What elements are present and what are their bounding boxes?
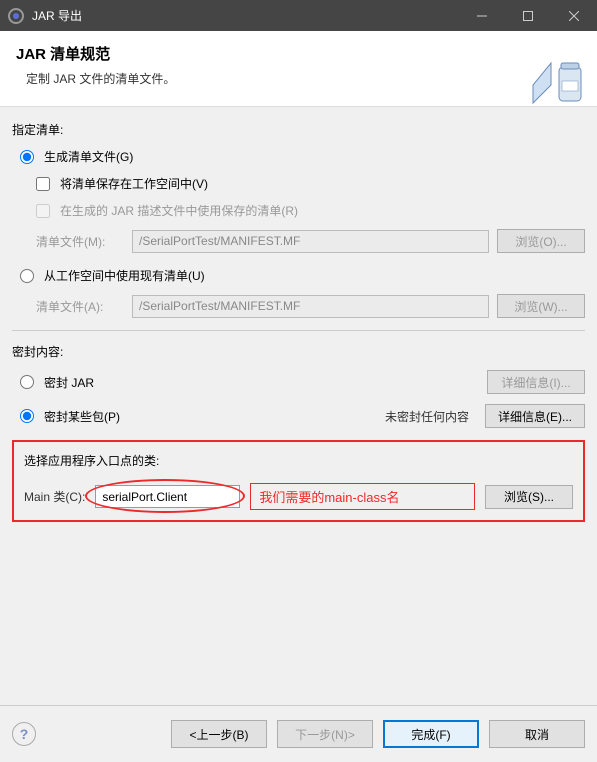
app-icon bbox=[8, 8, 24, 24]
help-button[interactable]: ? bbox=[12, 722, 36, 746]
save-workspace-label: 将清单保存在工作空间中(V) bbox=[60, 175, 208, 192]
annotation-text: 我们需要的main-class名 bbox=[250, 483, 475, 510]
jar-icon bbox=[531, 55, 587, 105]
use-saved-label: 在生成的 JAR 描述文件中使用保存的清单(R) bbox=[60, 202, 298, 219]
close-button[interactable] bbox=[551, 0, 597, 31]
seal-section-label: 密封内容: bbox=[12, 343, 585, 360]
generate-manifest-radio[interactable] bbox=[20, 150, 34, 164]
none-sealed-text: 未密封任何内容 bbox=[385, 408, 469, 425]
minimize-button[interactable] bbox=[459, 0, 505, 31]
page-subtitle: 定制 JAR 文件的清单文件。 bbox=[16, 70, 581, 87]
seal-jar-radio[interactable] bbox=[20, 375, 34, 389]
seal-some-radio[interactable] bbox=[20, 409, 34, 423]
dialog-header: JAR 清单规范 定制 JAR 文件的清单文件。 bbox=[0, 31, 597, 107]
window-title: JAR 导出 bbox=[32, 7, 459, 24]
manifest-section-label: 指定清单: bbox=[12, 121, 585, 138]
entry-section-label: 选择应用程序入口点的类: bbox=[24, 452, 573, 469]
browse-w-button: 浏览(W)... bbox=[497, 294, 585, 318]
divider bbox=[12, 330, 585, 331]
manifest-file-a-input bbox=[132, 295, 489, 318]
content-area: 指定清单: 生成清单文件(G) 将清单保存在工作空间中(V) 在生成的 JAR … bbox=[0, 107, 597, 522]
manifest-file-m-input bbox=[132, 230, 489, 253]
main-class-input[interactable] bbox=[95, 485, 240, 508]
page-title: JAR 清单规范 bbox=[16, 43, 581, 64]
details-e-button[interactable]: 详细信息(E)... bbox=[485, 404, 585, 428]
browse-o-button: 浏览(O)... bbox=[497, 229, 585, 253]
generate-manifest-label: 生成清单文件(G) bbox=[44, 148, 133, 165]
footer: ? <上一步(B) 下一步(N)> 完成(F) 取消 bbox=[0, 705, 597, 762]
use-existing-label: 从工作空间中使用现有清单(U) bbox=[44, 267, 205, 284]
finish-button[interactable]: 完成(F) bbox=[383, 720, 479, 748]
next-button: 下一步(N)> bbox=[277, 720, 373, 748]
back-button[interactable]: <上一步(B) bbox=[171, 720, 267, 748]
browse-s-button[interactable]: 浏览(S)... bbox=[485, 485, 573, 509]
manifest-file-m-label: 清单文件(M): bbox=[36, 233, 124, 250]
save-workspace-checkbox[interactable] bbox=[36, 177, 50, 191]
manifest-file-a-label: 清单文件(A): bbox=[36, 298, 124, 315]
maximize-button[interactable] bbox=[505, 0, 551, 31]
cancel-button[interactable]: 取消 bbox=[489, 720, 585, 748]
seal-some-label: 密封某些包(P) bbox=[44, 408, 120, 425]
entry-point-box: 选择应用程序入口点的类: Main 类(C): 我们需要的main-class名… bbox=[12, 440, 585, 522]
use-existing-radio[interactable] bbox=[20, 269, 34, 283]
use-saved-checkbox bbox=[36, 204, 50, 218]
details-i-button: 详细信息(I)... bbox=[487, 370, 585, 394]
titlebar: JAR 导出 bbox=[0, 0, 597, 31]
seal-jar-label: 密封 JAR bbox=[44, 374, 94, 391]
main-class-label: Main 类(C): bbox=[24, 488, 85, 505]
